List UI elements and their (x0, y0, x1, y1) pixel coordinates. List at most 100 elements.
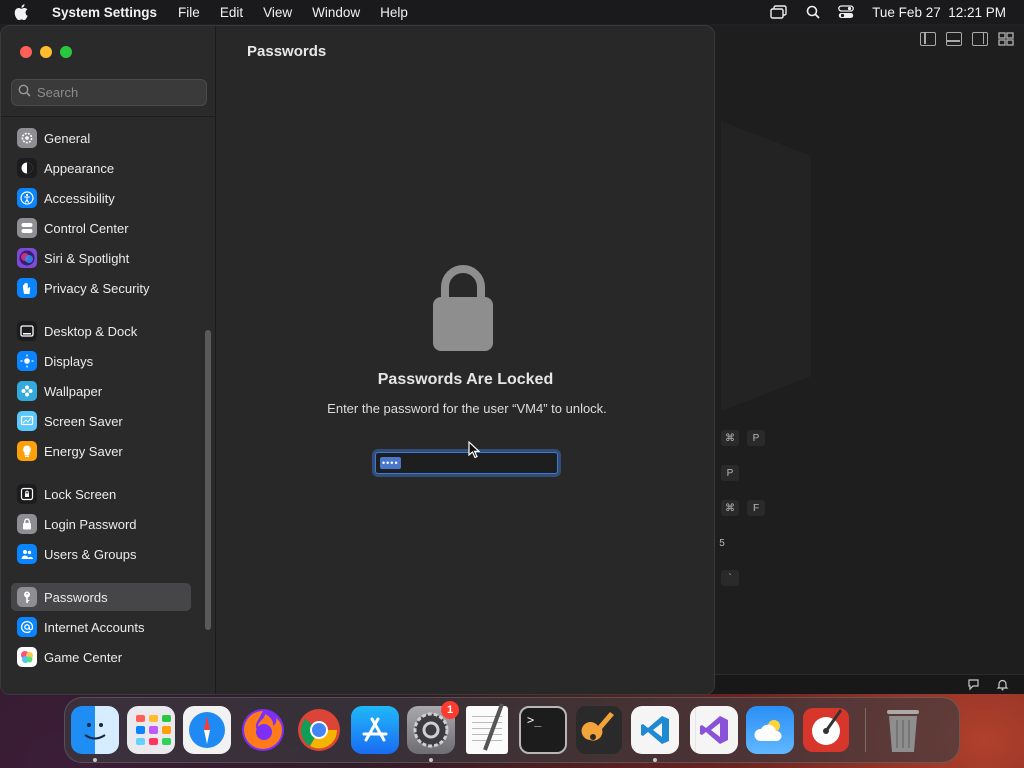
at-icon (17, 617, 37, 637)
dock-item-safari[interactable] (183, 706, 231, 754)
garageband-icon (576, 706, 622, 754)
firefox-icon (240, 707, 286, 753)
mouse-cursor-icon (468, 440, 481, 464)
appearance-icon (17, 158, 37, 178)
notification-badge: 1 (441, 701, 459, 719)
menu-view[interactable]: View (263, 5, 292, 20)
sidebar-item-control-center[interactable]: Control Center (11, 214, 191, 242)
window-controls (20, 46, 72, 58)
sidebar-item-label: Control Center (44, 220, 129, 236)
siri-icon (17, 248, 37, 268)
sidebar-item-label: Appearance (44, 160, 115, 176)
instruments-icon (803, 706, 849, 754)
dock-item-trash[interactable] (879, 706, 927, 754)
sidebar-item-login-password[interactable]: Login Password (11, 510, 191, 538)
menubar-clock[interactable]: Tue Feb 27 12:21 PM (872, 5, 1006, 20)
page-title: Passwords (247, 43, 327, 60)
customize-layout-icon[interactable] (998, 32, 1014, 46)
menu-app-name[interactable]: System Settings (52, 5, 157, 20)
menu-file[interactable]: File (178, 5, 200, 20)
shortcut-row: P (721, 465, 739, 481)
control-center-icon[interactable] (838, 5, 855, 19)
sidebar-item-wallpaper[interactable]: Wallpaper (11, 377, 191, 405)
sidebar-item-game-center[interactable]: Game Center (11, 643, 191, 671)
sidebar-item-passwords[interactable]: Passwords (11, 583, 191, 611)
sidebar-item-internet-accounts[interactable]: Internet Accounts (11, 613, 191, 641)
sidebar-item-lock-screen[interactable]: Lock Screen (11, 480, 191, 508)
editor-watermark-logo (721, 121, 811, 411)
bell-icon[interactable] (996, 678, 1010, 692)
dock-item-terminal[interactable]: >_ (519, 706, 567, 754)
apple-menu-icon[interactable] (14, 4, 40, 20)
shortcut-key: F (747, 500, 765, 516)
sidebar-divider (1, 116, 216, 117)
dock-item-visual-studio[interactable] (690, 706, 738, 754)
dock-item-visual-studio-code[interactable] (631, 706, 679, 762)
dock-item-launchpad[interactable] (127, 706, 175, 754)
visual-studio-icon (690, 706, 738, 754)
minimize-button[interactable] (40, 46, 52, 58)
dock-item-instruments[interactable] (802, 706, 850, 754)
dock-item-firefox[interactable] (239, 706, 287, 754)
chrome-icon (296, 707, 342, 753)
spotlight-search-icon[interactable] (806, 5, 820, 19)
dock-item-textedit[interactable] (463, 703, 511, 754)
settings-sidebar: General Appearance Accessibility Control Ce… (1, 26, 216, 694)
dock-item-system-settings[interactable]: 1 (407, 701, 459, 762)
passwords-pane: Passwords Passwords Are Locked Enter the… (217, 26, 714, 694)
sidebar-item-screen-saver[interactable]: Screen Saver (11, 407, 191, 435)
dock-icon (17, 321, 37, 341)
accessibility-icon (17, 188, 37, 208)
game-center-icon (17, 647, 37, 667)
menu-window[interactable]: Window (312, 5, 360, 20)
sidebar-item-label: Energy Saver (44, 443, 123, 459)
search-input[interactable] (37, 85, 197, 100)
running-indicator (93, 758, 97, 762)
screen-mirroring-icon[interactable] (770, 5, 788, 19)
toggle-panel-icon[interactable] (946, 32, 962, 46)
sidebar-item-privacy-security[interactable]: Privacy & Security (11, 274, 191, 302)
toggle-secondary-sidebar-icon[interactable] (972, 32, 988, 46)
editor-status-bar (701, 674, 1024, 694)
sidebar-item-siri-spotlight[interactable]: Siri & Spotlight (11, 244, 191, 272)
dock-item-chrome[interactable] (295, 706, 343, 754)
feedback-icon[interactable] (967, 678, 981, 692)
shortcut-row: ⌘ P (721, 430, 765, 446)
sidebar-item-label: Login Password (44, 516, 137, 532)
sidebar-scrollbar[interactable] (205, 330, 211, 630)
close-button[interactable] (20, 46, 32, 58)
lock-icon (17, 514, 37, 534)
app-store-icon (351, 706, 399, 754)
screen-saver-icon (17, 411, 37, 431)
sidebar-item-label: Internet Accounts (44, 619, 145, 635)
sidebar-item-label: Privacy & Security (44, 280, 150, 296)
weather-icon (746, 706, 794, 754)
zoom-button[interactable] (60, 46, 72, 58)
safari-icon (183, 706, 231, 754)
shortcut-row: ` (721, 570, 739, 586)
search-field[interactable] (11, 79, 207, 106)
battery-icon (17, 441, 37, 461)
sidebar-item-appearance[interactable]: Appearance (11, 154, 191, 182)
dock-separator (865, 708, 866, 752)
sidebar-item-general[interactable]: General (11, 124, 191, 152)
shortcut-key: ⌘ (721, 500, 739, 516)
gear-icon (17, 128, 37, 148)
dock-item-weather[interactable] (746, 706, 794, 754)
key-icon (17, 587, 37, 607)
menu-edit[interactable]: Edit (220, 5, 243, 20)
sidebar-item-energy-saver[interactable]: Energy Saver (11, 437, 191, 465)
dock-item-finder[interactable] (71, 706, 119, 762)
sidebar-item-displays[interactable]: Displays (11, 347, 191, 375)
lock-icon (431, 263, 495, 358)
password-dots: •••• (380, 457, 401, 469)
sidebar-item-desktop-dock[interactable]: Desktop & Dock (11, 317, 191, 345)
sidebar-item-users-groups[interactable]: Users & Groups (11, 540, 191, 568)
dock-item-garageband[interactable] (575, 706, 623, 754)
toggle-primary-sidebar-icon[interactable] (920, 32, 936, 46)
dock-item-app-store[interactable] (351, 706, 399, 754)
password-field[interactable]: •••• (375, 452, 558, 474)
sidebar-item-accessibility[interactable]: Accessibility (11, 184, 191, 212)
flower-icon (17, 381, 37, 401)
menu-help[interactable]: Help (380, 5, 408, 20)
